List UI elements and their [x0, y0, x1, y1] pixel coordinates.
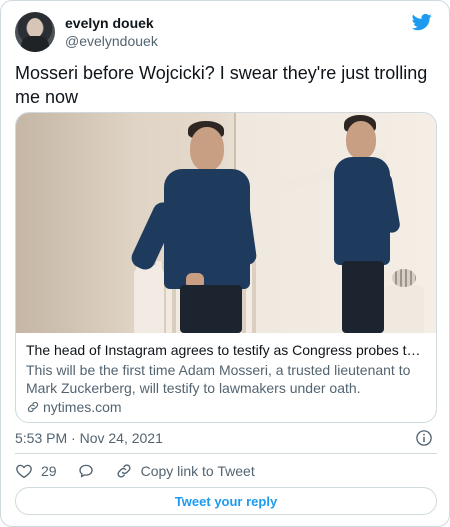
link-card[interactable]: The head of Instagram agrees to testify …: [15, 112, 437, 423]
display-name[interactable]: evelyn douek: [65, 14, 158, 32]
timestamp[interactable]: 5:53 PM · Nov 24, 2021: [15, 430, 163, 446]
divider: [15, 453, 437, 454]
link-icon: [117, 464, 131, 478]
card-title[interactable]: The head of Instagram agrees to testify …: [26, 341, 426, 360]
card-domain[interactable]: nytimes.com: [26, 398, 426, 416]
user-handle[interactable]: @evelyndouek: [65, 32, 158, 50]
timestamp-row: 5:53 PM · Nov 24, 2021: [15, 429, 437, 449]
twitter-bird-icon[interactable]: [411, 12, 433, 32]
card-domain-text: nytimes.com: [43, 399, 122, 415]
link-icon: [27, 401, 39, 413]
tweet-header: evelyn douek @evelyndouek: [15, 12, 435, 52]
card-image: [16, 113, 436, 333]
like-count: 29: [41, 463, 57, 479]
avatar[interactable]: [15, 12, 55, 52]
heart-icon: [16, 464, 32, 479]
action-bar: 29 Copy link to Tweet: [15, 460, 437, 482]
like-button[interactable]: 29: [15, 462, 57, 480]
card-body: The head of Instagram agrees to testify …: [16, 333, 436, 416]
reply-button[interactable]: [77, 462, 95, 480]
tweet-text: Mosseri before Wojcicki? I swear they're…: [15, 63, 428, 107]
reply-icon: [78, 464, 93, 478]
info-icon[interactable]: [415, 429, 433, 447]
author-names[interactable]: evelyn douek @evelyndouek: [65, 14, 158, 50]
card-description: This will be the first time Adam Mosseri…: [26, 362, 411, 396]
tweet-your-reply-button[interactable]: Tweet your reply: [15, 487, 437, 515]
copy-link-button[interactable]: Copy link to Tweet: [115, 462, 255, 480]
tweet-embed: evelyn douek @evelyndouek Mosseri before…: [0, 0, 450, 527]
copy-link-label: Copy link to Tweet: [140, 463, 255, 479]
